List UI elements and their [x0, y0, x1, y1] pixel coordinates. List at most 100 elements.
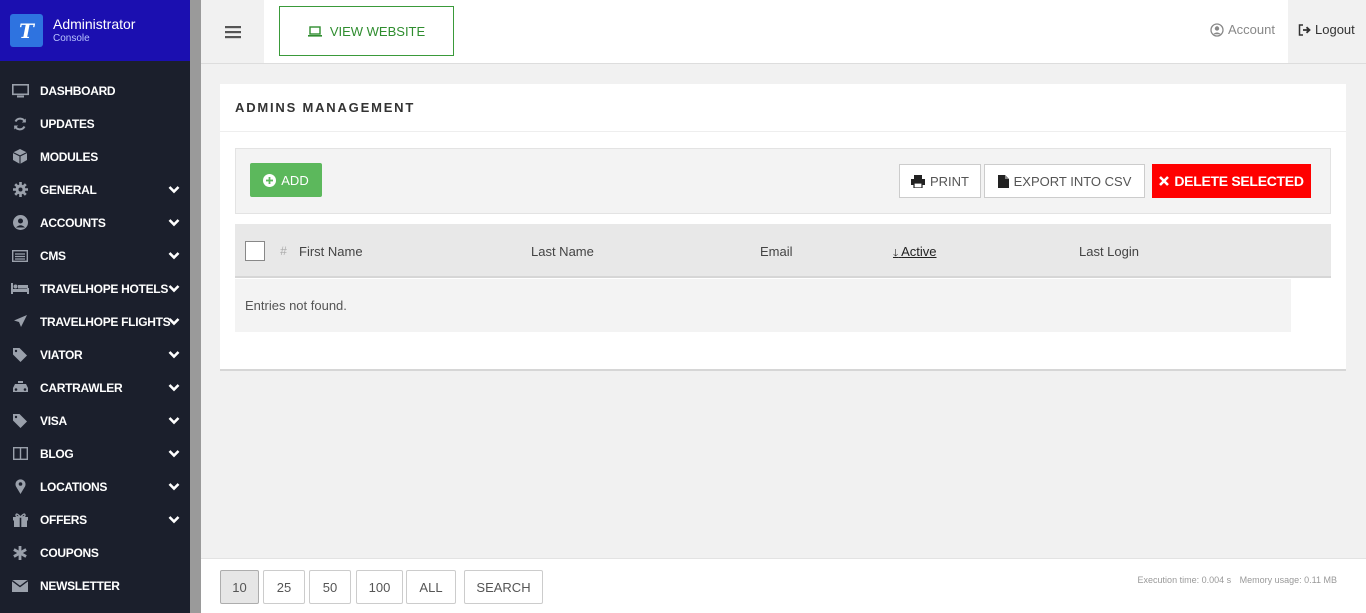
sidebar-item-label: OFFERS: [40, 512, 87, 527]
sidebar-scrollbar[interactable]: [190, 0, 201, 613]
chevron-down-icon[interactable]: [168, 447, 180, 461]
page-size-100-button[interactable]: 100: [356, 570, 403, 604]
user-circle-icon: [11, 214, 29, 232]
column-last-name[interactable]: Last Name: [531, 244, 594, 259]
page-size-25-button[interactable]: 25: [263, 570, 305, 604]
user-circle-icon: [1210, 22, 1224, 37]
sidebar-item-newsletter[interactable]: NEWSLETTER: [0, 569, 190, 602]
admins-panel: ADMINS MANAGEMENT ADD PRINT EXPORT INTO …: [220, 84, 1346, 371]
account-link[interactable]: Account: [1210, 22, 1275, 37]
plus-circle-icon: [263, 173, 277, 187]
print-label: PRINT: [930, 173, 969, 189]
view-website-label: VIEW WEBSITE: [329, 23, 426, 39]
column-email[interactable]: Email: [760, 244, 793, 259]
export-csv-button[interactable]: EXPORT INTO CSV: [984, 164, 1145, 198]
top-bar: VIEW WEBSITE Account Logout: [201, 0, 1366, 64]
chevron-down-icon[interactable]: [168, 480, 180, 494]
add-label: ADD: [281, 172, 309, 188]
logout-label: Logout: [1315, 22, 1355, 37]
sidebar-item-travelhope-hotels[interactable]: TRAVELHOPE HOTELS: [0, 272, 190, 305]
brand[interactable]: T Administrator Console: [0, 0, 190, 61]
chevron-down-icon[interactable]: [168, 315, 180, 329]
sidebar-item-label: UPDATES: [40, 116, 95, 131]
brand-subtitle: Console: [53, 32, 90, 44]
bed-icon: [11, 280, 29, 298]
column-first-name[interactable]: First Name: [299, 244, 363, 259]
sidebar-item-viator[interactable]: VIATOR: [0, 338, 190, 371]
monitor-icon: [11, 82, 29, 100]
column-active-label: Active: [901, 244, 937, 259]
sidebar-item-cartrawler[interactable]: CARTRAWLER: [0, 371, 190, 404]
sidebar-item-offers[interactable]: OFFERS: [0, 503, 190, 536]
cube-icon: [11, 148, 29, 166]
account-label: Account: [1228, 22, 1275, 37]
gift-icon: [11, 511, 29, 529]
export-csv-label: EXPORT INTO CSV: [1013, 173, 1132, 189]
panel-toolbar: ADD PRINT EXPORT INTO CSV DELETE SELECTE…: [235, 148, 1331, 214]
laptop-icon: [307, 25, 322, 37]
sidebar-item-updates[interactable]: UPDATES: [0, 107, 190, 140]
gear-icon: [11, 181, 29, 199]
page-size-10-button[interactable]: 10: [220, 570, 259, 604]
view-website-button[interactable]: VIEW WEBSITE: [279, 6, 454, 56]
sidebar-item-label: GENERAL: [40, 182, 97, 197]
sort-down-icon: 🡓: [893, 248, 899, 259]
sign-out-icon: [1298, 23, 1311, 36]
close-icon: [1159, 176, 1170, 186]
print-icon: [911, 174, 925, 188]
taxi-icon: [11, 379, 29, 397]
plane-icon: [11, 313, 29, 331]
column-last-login[interactable]: Last Login: [1079, 244, 1139, 259]
chevron-down-icon[interactable]: [168, 249, 180, 263]
sidebar-item-label: TRAVELHOPE HOTELS: [40, 281, 169, 296]
sidebar-item-label: TRAVELHOPE FLIGHTS: [40, 314, 171, 329]
sidebar-item-visa[interactable]: VISA: [0, 404, 190, 437]
table-header: # First Name Last Name Email 🡓 Active La…: [235, 224, 1331, 278]
chevron-down-icon[interactable]: [168, 381, 180, 395]
select-all-checkbox[interactable]: [245, 241, 265, 261]
delete-selected-button[interactable]: DELETE SELECTED: [1152, 164, 1311, 198]
asterisk-icon: [11, 544, 29, 562]
memory-usage: Memory usage: 0.11 MB: [1239, 575, 1337, 585]
tag-icon: [11, 346, 29, 364]
sidebar-item-label: COUPONS: [40, 545, 99, 560]
sidebar-item-label: VISA: [40, 413, 67, 428]
tag-icon: [11, 412, 29, 430]
sidebar-item-modules[interactable]: MODULES: [0, 140, 190, 173]
menu-toggle-button[interactable]: [201, 0, 264, 63]
print-button[interactable]: PRINT: [899, 164, 981, 198]
sidebar-item-blog[interactable]: BLOG: [0, 437, 190, 470]
page-size-all-button[interactable]: ALL: [406, 570, 456, 604]
chevron-down-icon[interactable]: [168, 183, 180, 197]
execution-time: Execution time: 0.004 s: [1137, 575, 1232, 585]
empty-message: Entries not found.: [235, 279, 1291, 332]
map-marker-icon: [11, 478, 29, 496]
logout-link[interactable]: Logout: [1298, 22, 1355, 37]
brand-title: Administrator: [53, 15, 136, 32]
sidebar-item-locations[interactable]: LOCATIONS: [0, 470, 190, 503]
list-box-icon: [11, 247, 29, 265]
sidebar-item-general[interactable]: GENERAL: [0, 173, 190, 206]
sidebar-item-label: MODULES: [40, 149, 98, 164]
chevron-down-icon[interactable]: [168, 282, 180, 296]
sidebar-item-label: VIATOR: [40, 347, 83, 362]
sidebar-item-coupons[interactable]: COUPONS: [0, 536, 190, 569]
sidebar-item-travelhope-flights[interactable]: TRAVELHOPE FLIGHTS: [0, 305, 190, 338]
add-button[interactable]: ADD: [250, 163, 322, 197]
sidebar-item-label: DASHBOARD: [40, 83, 116, 98]
chevron-down-icon[interactable]: [168, 414, 180, 428]
chevron-down-icon[interactable]: [168, 216, 180, 230]
sidebar-item-label: LOCATIONS: [40, 479, 108, 494]
panel-title: ADMINS MANAGEMENT: [220, 84, 1346, 132]
chevron-down-icon[interactable]: [168, 513, 180, 527]
search-button[interactable]: SEARCH: [464, 570, 543, 604]
file-icon: [997, 174, 1009, 188]
column-active[interactable]: 🡓 Active: [893, 244, 937, 263]
chevron-down-icon[interactable]: [168, 348, 180, 362]
sidebar-item-accounts[interactable]: ACCOUNTS: [0, 206, 190, 239]
sidebar-menu: DASHBOARD UPDATES MODULES GENERAL ACCOUNTS CM…: [0, 74, 190, 602]
page-size-50-button[interactable]: 50: [309, 570, 351, 604]
delete-selected-label: DELETE SELECTED: [1174, 173, 1304, 189]
sidebar-item-cms[interactable]: CMS: [0, 239, 190, 272]
sidebar-item-dashboard[interactable]: DASHBOARD: [0, 74, 190, 107]
